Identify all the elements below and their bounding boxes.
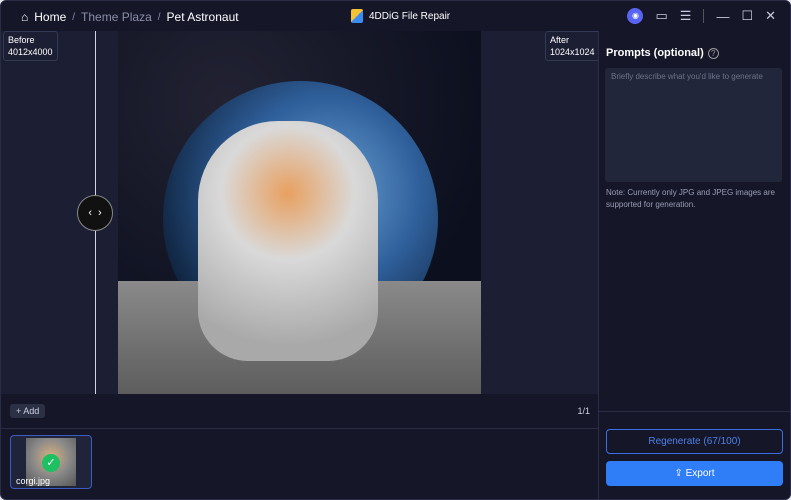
window-controls: ◉ ▭ ☰ — ☐ ✕ (627, 8, 776, 24)
after-size: 1024x1024 (550, 47, 595, 57)
prompts-title: Prompts (optional)? (606, 47, 719, 59)
bottom-bar: + Add 1/1 (1, 394, 598, 429)
app-logo-icon (351, 9, 363, 23)
breadcrumb-home[interactable]: Home (34, 10, 66, 24)
help-icon[interactable]: ? (707, 48, 719, 59)
astronaut-dog (198, 121, 378, 361)
regenerate-button[interactable]: Regenerate (67/100) (606, 429, 783, 454)
upload-icon: ⇪ (674, 468, 686, 479)
before-size: 4012x4000 (8, 47, 53, 57)
divider (599, 411, 790, 412)
maximize-icon[interactable]: ☐ (741, 8, 753, 24)
after-text: After (550, 35, 570, 45)
divider (703, 9, 705, 23)
check-icon: ✓ (42, 454, 60, 472)
add-button[interactable]: + Add (10, 404, 46, 418)
feedback-icon[interactable]: ▭ (655, 8, 667, 24)
export-label: Export (685, 468, 715, 479)
menu-icon[interactable]: ☰ (680, 8, 692, 24)
app-title-text: 4DDiG File Repair (369, 10, 451, 22)
breadcrumb-theme-plaza[interactable]: Theme Plaza (81, 10, 152, 24)
page-count: 1/1 (577, 406, 590, 416)
breadcrumb-separator: / (157, 11, 161, 23)
split-handle[interactable]: ‹ › (77, 195, 113, 231)
before-text: Before (8, 35, 35, 45)
app-title: 4DDiG File Repair (351, 9, 450, 23)
prompts-title-text: Prompts (optional) (606, 47, 704, 59)
close-icon[interactable]: ✕ (765, 8, 776, 24)
after-label: After 1024x1024 (545, 31, 600, 61)
breadcrumb-separator: / (72, 11, 76, 23)
breadcrumb: ⌂ Home / Theme Plaza / Pet Astronaut (21, 10, 239, 24)
thumbnail-name: corgi.jpg (16, 476, 51, 486)
prompt-panel: Prompts (optional)? Note: Currently only… (598, 31, 790, 499)
prompt-input[interactable] (605, 68, 782, 182)
before-label: Before 4012x4000 (3, 31, 58, 61)
format-note: Note: Currently only JPG and JPEG images… (606, 188, 775, 209)
discord-icon[interactable]: ◉ (627, 8, 644, 24)
app-window: ⌂ Home / Theme Plaza / Pet Astronaut 4DD… (0, 0, 791, 500)
minimize-icon[interactable]: — (716, 9, 729, 24)
chevron-right-icon: › (98, 207, 102, 219)
home-icon[interactable]: ⌂ (21, 10, 28, 24)
breadcrumb-current: Pet Astronaut (166, 10, 239, 24)
thumbnail-item[interactable]: ✓ corgi.jpg (10, 435, 92, 489)
preview-image (118, 31, 481, 394)
title-bar: ⌂ Home / Theme Plaza / Pet Astronaut 4DD… (1, 1, 790, 31)
export-button[interactable]: ⇪ Export (606, 461, 783, 486)
chevron-left-icon: ‹ (88, 207, 92, 219)
compare-view: Before 4012x4000 After 1024x1024 ‹ › (1, 31, 600, 394)
